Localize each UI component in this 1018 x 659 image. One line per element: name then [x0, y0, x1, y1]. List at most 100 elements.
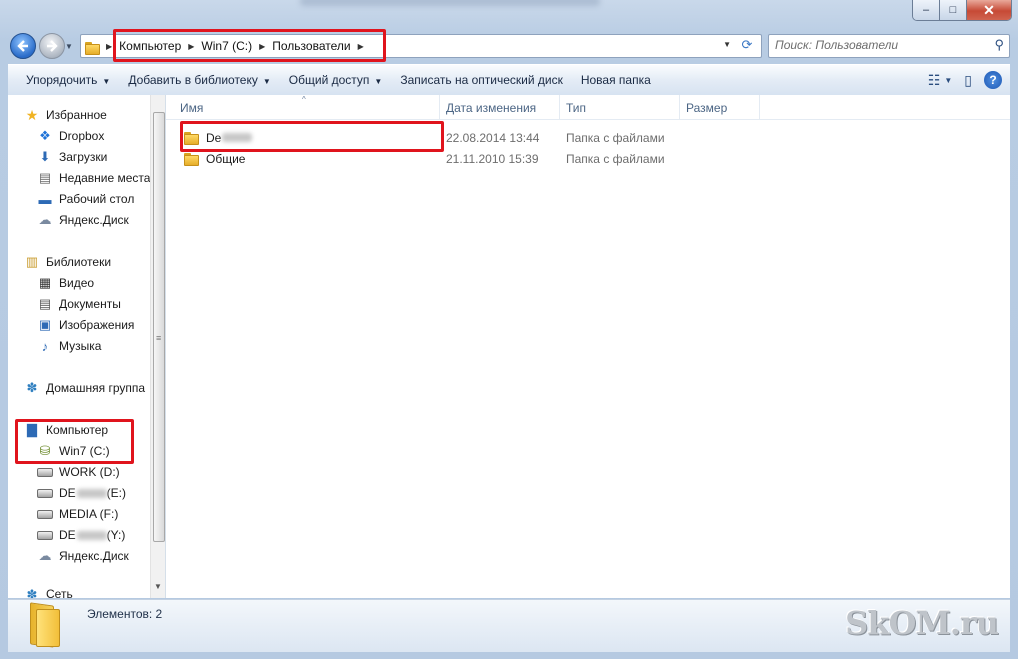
folder-large-icon — [28, 602, 62, 648]
sidebar-item-label: Яндекс.Диск — [59, 213, 129, 227]
drive-icon — [37, 464, 53, 480]
maximize-button[interactable]: □ — [940, 0, 967, 20]
sidebar-item-video[interactable]: ▦ Видео — [8, 273, 165, 293]
sidebar-item-label: Dropbox — [59, 129, 105, 143]
cloud-icon: ☁ — [38, 548, 52, 563]
sidebar-item-label-suffix: (E:) — [106, 486, 127, 500]
sidebar-item-drive-d[interactable]: WORK (D:) — [8, 462, 165, 482]
column-date[interactable]: Дата изменения — [440, 95, 560, 119]
recent-places-icon: ▤ — [38, 170, 52, 185]
scroll-down-arrow[interactable]: ▼ — [154, 582, 162, 591]
navigation-pane: ★ Избранное ❖ Dropbox ⬇ Загрузки ▤ Недавние … — [8, 95, 166, 598]
document-icon: ▤ — [38, 296, 52, 311]
column-name[interactable]: ^ Имя — [166, 95, 440, 119]
watermark-logo: SkOM.ru — [845, 604, 999, 642]
sidebar-item-label: Видео — [59, 276, 95, 290]
search-icon[interactable]: ⚲ — [994, 37, 1004, 53]
picture-icon: ▣ — [38, 317, 52, 332]
chevron-down-icon: ▼ — [262, 77, 271, 86]
minimize-button[interactable]: – — [913, 0, 940, 20]
blurred-title-bar — [300, 0, 600, 6]
sidebar-item-drive-f[interactable]: MEDIA (F:) — [8, 504, 165, 524]
sidebar-item-label: Недавние места — [59, 171, 151, 185]
sidebar-item-desktop[interactable]: ▬ Рабочий стол — [8, 189, 165, 209]
add-to-library-menu[interactable]: Добавить в библиотеку ▼ — [119, 73, 279, 87]
folder-icon — [85, 41, 100, 55]
sidebar-item-yandex-drive[interactable]: ☁ Яндекс.Диск — [8, 546, 165, 566]
view-options-icon[interactable]: ☷ — [928, 72, 941, 89]
sidebar-scrollbar[interactable]: ≡ ▼ — [150, 95, 165, 598]
file-date: 22.08.2014 13:44 — [446, 130, 540, 145]
sidebar-item-label: DE — [59, 486, 76, 500]
help-icon[interactable]: ? — [984, 71, 1002, 89]
sidebar-item-label: Музыка — [59, 339, 102, 353]
sidebar-item-drive-e[interactable]: DE (E:) — [8, 483, 165, 503]
sidebar-item-label: Яндекс.Диск — [59, 549, 129, 563]
cloud-icon: ☁ — [38, 212, 52, 227]
address-history-dropdown[interactable]: ▼ — [723, 40, 731, 49]
close-button[interactable]: ✕ — [967, 0, 1011, 20]
sidebar-item-label: MEDIA (F:) — [59, 507, 119, 521]
redacted-text — [76, 488, 107, 498]
sidebar-item-yandex-disk[interactable]: ☁ Яндекс.Диск — [8, 210, 165, 230]
scrollbar-thumb[interactable]: ≡ — [153, 112, 165, 542]
file-type: Папка с файлами — [566, 130, 665, 145]
items-count: Элементов: 2 — [87, 607, 163, 621]
search-input[interactable] — [769, 35, 975, 55]
caption-buttons: – □ ✕ — [912, 0, 1012, 21]
file-date: 21.11.2010 15:39 — [446, 151, 539, 166]
file-name: Общие — [206, 151, 246, 166]
forward-button[interactable] — [39, 33, 65, 59]
sort-ascending-icon: ^ — [302, 95, 306, 104]
sidebar-item-dropbox[interactable]: ❖ Dropbox — [8, 126, 165, 146]
file-type: Папка с файлами — [566, 151, 665, 166]
view-dropdown[interactable]: ▼ — [944, 76, 952, 85]
sidebar-item-favorites[interactable]: ★ Избранное — [8, 105, 165, 125]
highlight-address — [113, 29, 386, 62]
preview-pane-icon[interactable]: ▯ — [964, 72, 972, 89]
refresh-icon[interactable]: ⟳ — [737, 36, 757, 54]
recent-pages-dropdown[interactable]: ▼ — [65, 42, 73, 51]
organize-label: Упорядочить — [26, 73, 98, 87]
share-menu[interactable]: Общий доступ ▼ — [280, 73, 392, 87]
new-folder-button[interactable]: Новая папка — [572, 73, 660, 87]
sidebar-item-label: Загрузки — [59, 150, 108, 164]
sidebar-item-pictures[interactable]: ▣ Изображения — [8, 315, 165, 335]
status-bar: Элементов: 2 SkOM.ru — [8, 599, 1010, 652]
redacted-text — [76, 530, 107, 540]
folder-icon — [184, 152, 200, 166]
sidebar-item-network[interactable]: ✽ Сеть — [8, 587, 165, 598]
sidebar-item-homegroup[interactable]: ✽ Домашняя группа — [8, 378, 165, 398]
downloads-icon: ⬇ — [39, 149, 51, 164]
column-size[interactable]: Размер — [680, 95, 760, 119]
breadcrumb-separator[interactable]: ▶ — [106, 42, 112, 51]
sidebar-item-music[interactable]: ♪ Музыка — [8, 336, 165, 356]
dropbox-icon: ❖ — [39, 128, 51, 143]
star-icon: ★ — [25, 106, 39, 123]
sidebar-item-downloads[interactable]: ⬇ Загрузки — [8, 147, 165, 167]
highlight-computer-drive — [15, 419, 134, 464]
view-controls: ☷ ▼ ▯ ? — [922, 65, 1010, 95]
file-name-cell: Общие — [166, 152, 446, 166]
homegroup-icon: ✽ — [26, 380, 38, 395]
column-type[interactable]: Тип — [560, 95, 680, 119]
column-name-label: Имя — [180, 101, 204, 115]
network-icon: ✽ — [26, 587, 38, 598]
film-icon: ▦ — [38, 275, 52, 290]
search-box: ⚲ — [768, 34, 1010, 58]
sidebar-item-drive-y[interactable]: DE (Y:) — [8, 525, 165, 545]
back-button[interactable] — [10, 33, 36, 59]
command-bar: Упорядочить ▼ Добавить в библиотеку ▼ Общи… — [8, 64, 1010, 96]
libraries-icon: ▥ — [25, 254, 39, 269]
sidebar-item-documents[interactable]: ▤ Документы — [8, 294, 165, 314]
arrow-left-icon — [17, 40, 28, 52]
organize-menu[interactable]: Упорядочить ▼ — [8, 73, 119, 87]
chevron-down-icon: ▼ — [374, 77, 383, 86]
sidebar-item-label: WORK (D:) — [59, 465, 120, 479]
sidebar-item-libraries[interactable]: ▥ Библиотеки — [8, 252, 165, 272]
sidebar-item-label: Библиотеки — [46, 255, 112, 269]
sidebar-item-recent[interactable]: ▤ Недавние места — [8, 168, 165, 188]
burn-button[interactable]: Записать на оптический диск — [391, 73, 572, 87]
sidebar-item-label: Сеть — [46, 587, 73, 598]
share-label: Общий доступ — [288, 73, 370, 87]
